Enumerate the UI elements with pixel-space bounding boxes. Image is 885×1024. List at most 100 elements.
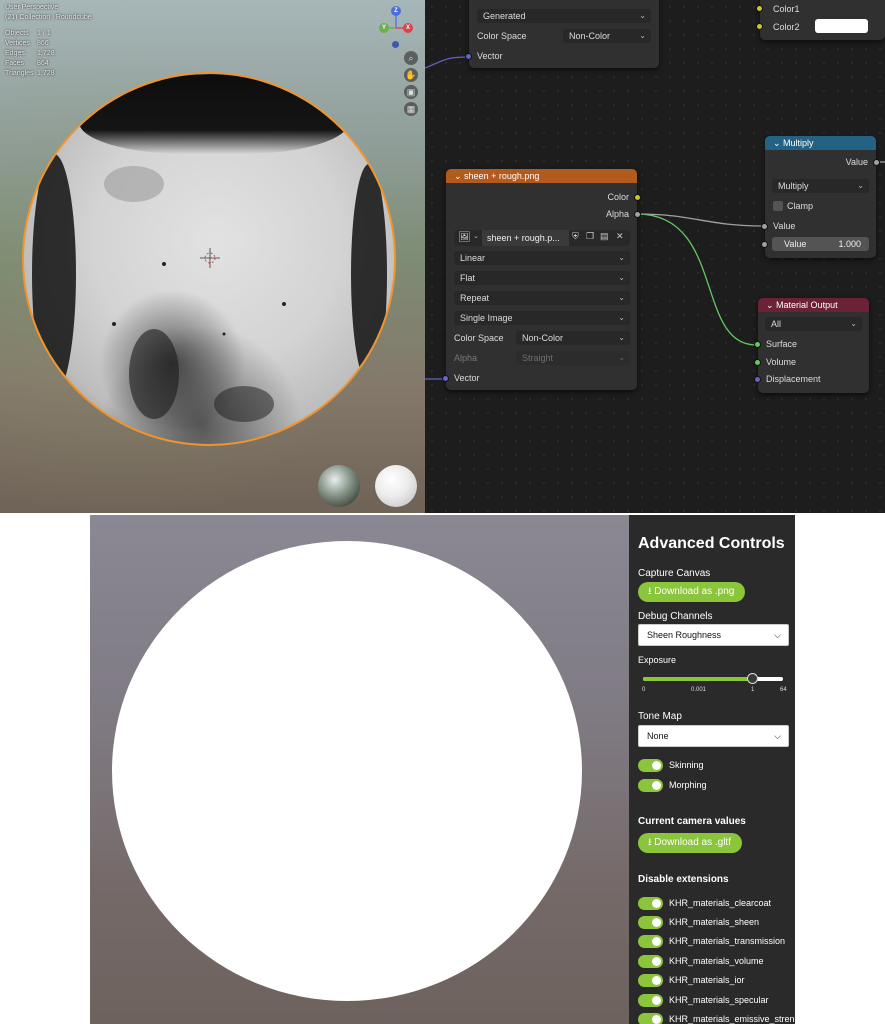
image-texture-node[interactable]: ⌄ sheen + rough.png Color Alpha 🖼 ⌄ shee… — [442, 169, 641, 390]
extension-toggle-transmission[interactable] — [638, 935, 663, 948]
gizmo-x-axis[interactable]: X — [403, 23, 413, 33]
download-gltf-button[interactable]: ⭳ Download as .gltf — [638, 833, 742, 853]
hdri-preview-ball[interactable] — [318, 465, 360, 507]
gltf-viewer-canvas[interactable] — [90, 515, 629, 1024]
mix-node[interactable]: Color1 Color2 — [756, 0, 885, 40]
volume-input-socket[interactable] — [754, 359, 761, 366]
clamp-checkbox[interactable] — [773, 201, 783, 211]
exposure-tick-1: 0.001 — [691, 687, 707, 693]
value-output-socket[interactable] — [873, 159, 880, 166]
stat-faces: Faces 864 — [5, 60, 49, 67]
image-color-space-dropdown[interactable]: Non-Color ⌄ — [516, 331, 630, 345]
extension-label-clearcoat: KHR_materials_clearcoat — [669, 898, 772, 908]
skinning-label: Skinning — [669, 760, 704, 770]
color-output-label: Color — [607, 192, 629, 202]
alpha-mode-label: Alpha — [454, 353, 478, 363]
image-browse-icon[interactable]: 🖼 — [458, 232, 471, 243]
operation-dropdown[interactable]: Multiply ⌄ — [772, 179, 869, 193]
generated-dropdown[interactable]: Generated ⌄ — [477, 9, 651, 23]
alpha-mode-dropdown: Straight ⌄ — [516, 351, 630, 365]
extension-toggle-emissive-strength[interactable] — [638, 1013, 663, 1024]
image-datablock-row[interactable]: 🖼 ⌄ sheen + rough.p... ⛨ ❐ ▤ ✕ — [454, 230, 630, 246]
surface-input-socket[interactable] — [754, 341, 761, 348]
blender-3d-viewport[interactable]: User Perspective (21) Collection | Round… — [0, 0, 425, 513]
grid-icon[interactable]: ▦ — [404, 102, 418, 116]
open-folder-icon[interactable]: ▤ — [600, 231, 609, 242]
chevron-down-icon: ⌄ — [618, 333, 625, 342]
vector-input-socket[interactable] — [442, 375, 449, 382]
surface-label: Surface — [766, 339, 798, 349]
value-number-field[interactable]: Value 1.000 — [772, 237, 869, 251]
collapse-chevron-icon[interactable]: ⌄ — [773, 138, 783, 148]
vector-input-socket[interactable] — [465, 53, 472, 60]
exposure-slider-fill — [643, 677, 753, 681]
matcap-preview-ball[interactable] — [375, 465, 417, 507]
extension-toggle-volume[interactable] — [638, 955, 663, 968]
collapse-chevron-icon[interactable]: ⌄ — [454, 171, 464, 181]
color-output-socket[interactable] — [634, 194, 641, 201]
extension-toggle-clearcoat[interactable] — [638, 897, 663, 910]
target-dropdown[interactable]: All ⌄ — [765, 317, 862, 331]
orientation-gizmo[interactable]: Z Y X — [376, 4, 420, 48]
camera-icon[interactable]: ▣ — [404, 85, 418, 99]
extension-toggle-sheen[interactable] — [638, 916, 663, 929]
color2-input-socket[interactable] — [756, 23, 763, 30]
extension-dropdown[interactable]: Repeat ⌄ — [454, 291, 630, 305]
hand-pan-icon[interactable]: ✋ — [404, 68, 418, 82]
math-multiply-node[interactable]: ⌄ Multiply Value Multiply ⌄ Clamp Value V… — [761, 136, 880, 258]
rendered-sphere — [112, 541, 582, 1001]
material-output-node[interactable]: ⌄ Material Output All ⌄ Surface Volume Di… — [754, 298, 869, 393]
clamp-label: Clamp — [787, 201, 814, 211]
zoom-icon[interactable]: ⌕ — [404, 51, 418, 65]
color1-input-socket[interactable] — [756, 5, 763, 12]
value-input-socket-1[interactable] — [761, 223, 768, 230]
download-png-button[interactable]: ⭳ Download as .png — [638, 582, 746, 602]
close-icon[interactable]: ✕ — [616, 231, 624, 242]
interpolation-dropdown[interactable]: Linear ⌄ — [454, 251, 630, 265]
gizmo-negative-z[interactable] — [392, 41, 399, 48]
toggle-knob — [652, 918, 661, 927]
collapse-chevron-icon[interactable]: ⌄ — [766, 300, 776, 310]
multiply-node-header[interactable]: ⌄ Multiply — [765, 136, 876, 150]
exposure-slider-handle[interactable] — [747, 673, 759, 684]
extension-label-transmission: KHR_materials_transmission — [669, 936, 786, 946]
gizmo-y-axis[interactable]: Y — [379, 23, 389, 33]
capture-canvas-label: Capture Canvas — [638, 568, 711, 579]
image-node-header[interactable]: ⌄ sheen + rough.png — [446, 169, 637, 183]
extension-label-ior: KHR_materials_ior — [669, 975, 745, 985]
duplicate-icon[interactable]: ❐ — [586, 231, 594, 242]
camera-values-label: Current camera values — [638, 816, 746, 827]
output-node-header[interactable]: ⌄ Material Output — [758, 298, 869, 312]
view-name: User Perspective — [5, 4, 59, 11]
morphing-toggle[interactable] — [638, 779, 663, 792]
fake-user-shield-icon[interactable]: ⛨ — [572, 231, 579, 242]
value-field-label: Value — [784, 239, 807, 249]
gizmo-z-axis[interactable]: Z — [391, 6, 401, 16]
value-input-socket-2[interactable] — [761, 241, 768, 248]
volume-label: Volume — [766, 357, 797, 367]
debug-channels-select[interactable]: Sheen Roughness ⌵ — [638, 624, 789, 646]
chevron-down-icon: ⌵ — [774, 630, 781, 640]
skinning-toggle[interactable] — [638, 759, 663, 772]
exposure-slider[interactable] — [643, 673, 783, 684]
toggle-knob — [652, 976, 661, 985]
source-dropdown[interactable]: Single Image ⌄ — [454, 311, 630, 325]
tone-map-select[interactable]: None ⌵ — [638, 725, 789, 747]
alpha-output-label: Alpha — [605, 209, 629, 219]
toggle-knob — [652, 957, 661, 966]
3d-cursor-icon[interactable] — [200, 248, 220, 268]
alpha-output-socket[interactable] — [634, 211, 641, 218]
displacement-input-socket[interactable] — [754, 376, 761, 383]
extension-toggle-specular[interactable] — [638, 994, 663, 1007]
color2-swatch[interactable] — [815, 19, 868, 33]
texture-coordinate-node[interactable]: Generated ⌄ Color Space Non-Color ⌄ Vector — [465, 0, 659, 68]
color2-label: Color2 — [773, 22, 800, 32]
toggle-knob — [652, 761, 661, 770]
color-space-dropdown[interactable]: Non-Color ⌄ — [563, 29, 651, 43]
shader-node-editor[interactable]: Generated ⌄ Color Space Non-Color ⌄ Vector… — [425, 0, 885, 513]
projection-dropdown[interactable]: Flat ⌄ — [454, 271, 630, 285]
toggle-knob — [652, 781, 661, 790]
extension-toggle-ior[interactable] — [638, 974, 663, 987]
image-name-field[interactable]: sheen + rough.p... — [482, 230, 569, 246]
chevron-down-icon: ⌄ — [473, 233, 479, 240]
